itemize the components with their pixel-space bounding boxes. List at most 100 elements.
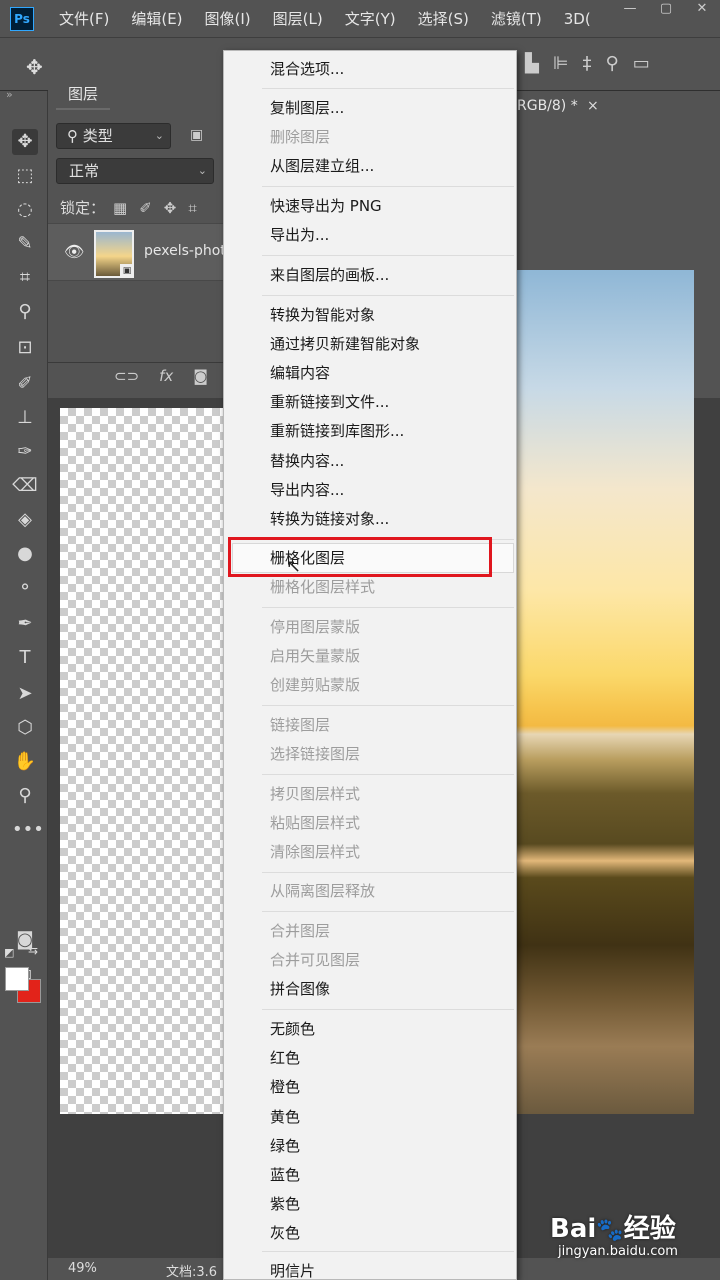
menu-item-clear-layer-style[interactable]: 清除图层样式 <box>270 843 360 861</box>
menu-item-create-clipping-mask[interactable]: 创建剪贴蒙版 <box>270 676 360 694</box>
lock-label: 锁定： <box>60 199 106 217</box>
quick-select-tool-icon[interactable]: ✎ <box>12 231 38 257</box>
menu-file[interactable]: 文件(F) <box>48 0 120 38</box>
menu-item-color-green[interactable]: 绿色 <box>270 1137 300 1155</box>
menu-item-replace-contents[interactable]: 替换内容... <box>270 452 344 470</box>
menu-item-delete-layer[interactable]: 删除图层 <box>270 128 330 146</box>
foreground-color-swatch[interactable] <box>5 967 29 991</box>
fx-icon[interactable]: fx <box>159 367 173 385</box>
close-icon[interactable]: × <box>587 91 599 121</box>
marquee-tool-icon[interactable]: ⬚ <box>12 163 38 189</box>
menu-item-export-contents[interactable]: 导出内容... <box>270 481 344 499</box>
collapse-arrows-icon[interactable]: » <box>6 88 13 101</box>
menu-item-relink-to-library[interactable]: 重新链接到库图形... <box>270 422 404 440</box>
menu-item-relink-to-file[interactable]: 重新链接到文件... <box>270 393 389 411</box>
menu-item-merge-layers[interactable]: 合并图层 <box>270 922 330 940</box>
menu-item-rasterize-layer-style[interactable]: 栅格化图层样式 <box>270 578 375 596</box>
paint-bucket-tool-icon[interactable]: ◈ <box>12 507 38 533</box>
menu-filter[interactable]: 滤镜(T) <box>480 0 553 38</box>
hand-tool-icon[interactable]: ✋ <box>12 749 38 775</box>
align-bottom-icon[interactable]: ▙ <box>525 53 539 74</box>
menu-item-link-layers[interactable]: 链接图层 <box>270 716 330 734</box>
menu-item-quick-export-png[interactable]: 快速导出为 PNG <box>270 197 382 215</box>
menu-item-copy-layer-style[interactable]: 拷贝图层样式 <box>270 785 360 803</box>
align-center-icon[interactable]: ‡ <box>583 53 592 74</box>
type-tool-icon[interactable]: T <box>12 645 38 671</box>
menu-item-blending-options[interactable]: 混合选项... <box>270 60 344 78</box>
blend-mode-select[interactable]: 正常 ⌄ <box>56 158 214 184</box>
align-left-icon[interactable]: ⊫ <box>553 53 569 74</box>
menu-item-export-as[interactable]: 导出为... <box>270 226 329 244</box>
dodge-tool-icon[interactable]: ⚬ <box>12 575 38 601</box>
more-tools-icon[interactable]: ••• <box>12 817 44 843</box>
lock-transparency-icon[interactable]: ▦ <box>113 199 127 217</box>
menu-item-color-blue[interactable]: 蓝色 <box>270 1166 300 1184</box>
zoom-level[interactable]: 49% <box>68 1261 97 1276</box>
menu-item-disable-layer-mask[interactable]: 停用图层蒙版 <box>270 618 360 636</box>
restore-icon[interactable]: ▢ <box>648 0 684 20</box>
layer-row[interactable]: 👁 ▣ pexels-phot <box>48 223 226 281</box>
menu-item-color-yellow[interactable]: 黄色 <box>270 1108 300 1126</box>
patch-tool-icon[interactable]: ⊡ <box>12 335 38 361</box>
menu-item-release-from-isolation[interactable]: 从隔离图层释放 <box>270 882 375 900</box>
brush-tool-icon[interactable]: ✐ <box>12 371 38 397</box>
mask-icon[interactable]: ◙ <box>193 367 208 385</box>
menu-item-duplicate-layer[interactable]: 复制图层... <box>270 99 344 117</box>
tab-layers[interactable]: 图层 <box>56 78 110 110</box>
menu-select[interactable]: 选择(S) <box>407 0 480 38</box>
move-icon[interactable]: ✥ <box>26 55 43 79</box>
menu-item-edit-contents[interactable]: 编辑内容 <box>270 364 330 382</box>
stamp-tool-icon[interactable]: ⊥ <box>12 405 38 431</box>
path-select-tool-icon[interactable]: ➤ <box>12 681 38 707</box>
chevron-down-icon: ⌄ <box>154 129 164 142</box>
menu-item-group-from-layers[interactable]: 从图层建立组... <box>270 157 374 175</box>
menu-edit[interactable]: 编辑(E) <box>120 0 193 38</box>
lock-position-icon[interactable]: ✥ <box>164 199 177 217</box>
window-controls: — ▢ ✕ <box>612 0 720 20</box>
menu-item-color-gray[interactable]: 灰色 <box>270 1224 300 1242</box>
blur-tool-icon[interactable]: ● <box>12 541 38 567</box>
menu-type[interactable]: 文字(Y) <box>334 0 407 38</box>
pen-tool-icon[interactable]: ✒ <box>12 611 38 637</box>
layer-filter-select[interactable]: ⚲ 类型 ⌄ <box>56 123 171 149</box>
minimize-icon[interactable]: — <box>612 0 648 20</box>
menu-item-enable-vector-mask[interactable]: 启用矢量蒙版 <box>270 647 360 665</box>
close-icon[interactable]: ✕ <box>684 0 720 20</box>
menu-3d[interactable]: 3D( <box>553 0 602 38</box>
menu-item-flatten-image[interactable]: 拼合图像 <box>270 980 330 998</box>
quick-mask-icon[interactable]: ◙ <box>12 927 38 953</box>
visibility-eye-icon[interactable]: 👁 <box>64 242 84 261</box>
image-filter-icon[interactable]: ▣ <box>190 127 203 143</box>
menu-item-merge-visible[interactable]: 合并可见图层 <box>270 951 360 969</box>
menu-image[interactable]: 图像(I) <box>194 0 262 38</box>
search-icon: ⚲ <box>67 127 83 145</box>
link-icon[interactable]: ⊂⊃ <box>114 367 139 385</box>
workspace-icon[interactable]: ▭ <box>633 53 650 74</box>
menu-layer[interactable]: 图层(L) <box>262 0 334 38</box>
eraser-tool-icon[interactable]: ⌫ <box>12 473 38 499</box>
lasso-tool-icon[interactable]: ◌ <box>12 197 38 223</box>
history-brush-tool-icon[interactable]: ✑ <box>12 439 38 465</box>
zoom-tool-icon[interactable]: ⚲ <box>12 783 38 809</box>
transparent-canvas <box>60 408 224 1114</box>
menu-item-postcard[interactable]: 明信片 <box>270 1262 315 1279</box>
menu-item-color-red[interactable]: 红色 <box>270 1049 300 1067</box>
menu-item-convert-to-linked[interactable]: 转换为链接对象... <box>270 510 389 528</box>
menu-item-artboard-from-layers[interactable]: 来自图层的画板... <box>270 266 389 284</box>
crop-tool-icon[interactable]: ⌗ <box>12 265 38 291</box>
lock-artboard-icon[interactable]: ⌗ <box>188 199 196 217</box>
move-tool-icon[interactable]: ✥ <box>12 129 38 155</box>
lock-pixels-icon[interactable]: ✐ <box>139 199 152 217</box>
menu-item-new-smart-object-via-copy[interactable]: 通过拷贝新建智能对象 <box>270 335 420 353</box>
layer-name[interactable]: pexels-phot <box>144 243 226 259</box>
search-icon[interactable]: ⚲ <box>606 53 619 74</box>
menu-item-color-orange[interactable]: 橙色 <box>270 1078 300 1096</box>
menu-item-convert-smart-object[interactable]: 转换为智能对象 <box>270 306 375 324</box>
shape-tool-icon[interactable]: ⬡ <box>12 715 38 741</box>
eyedropper-tool-icon[interactable]: ⚲ <box>12 299 38 325</box>
smart-object-icon: ▣ <box>120 264 134 278</box>
menu-item-color-none[interactable]: 无颜色 <box>270 1020 315 1038</box>
menu-item-select-linked-layers[interactable]: 选择链接图层 <box>270 745 360 763</box>
menu-item-color-violet[interactable]: 紫色 <box>270 1195 300 1213</box>
menu-item-paste-layer-style[interactable]: 粘贴图层样式 <box>270 814 360 832</box>
